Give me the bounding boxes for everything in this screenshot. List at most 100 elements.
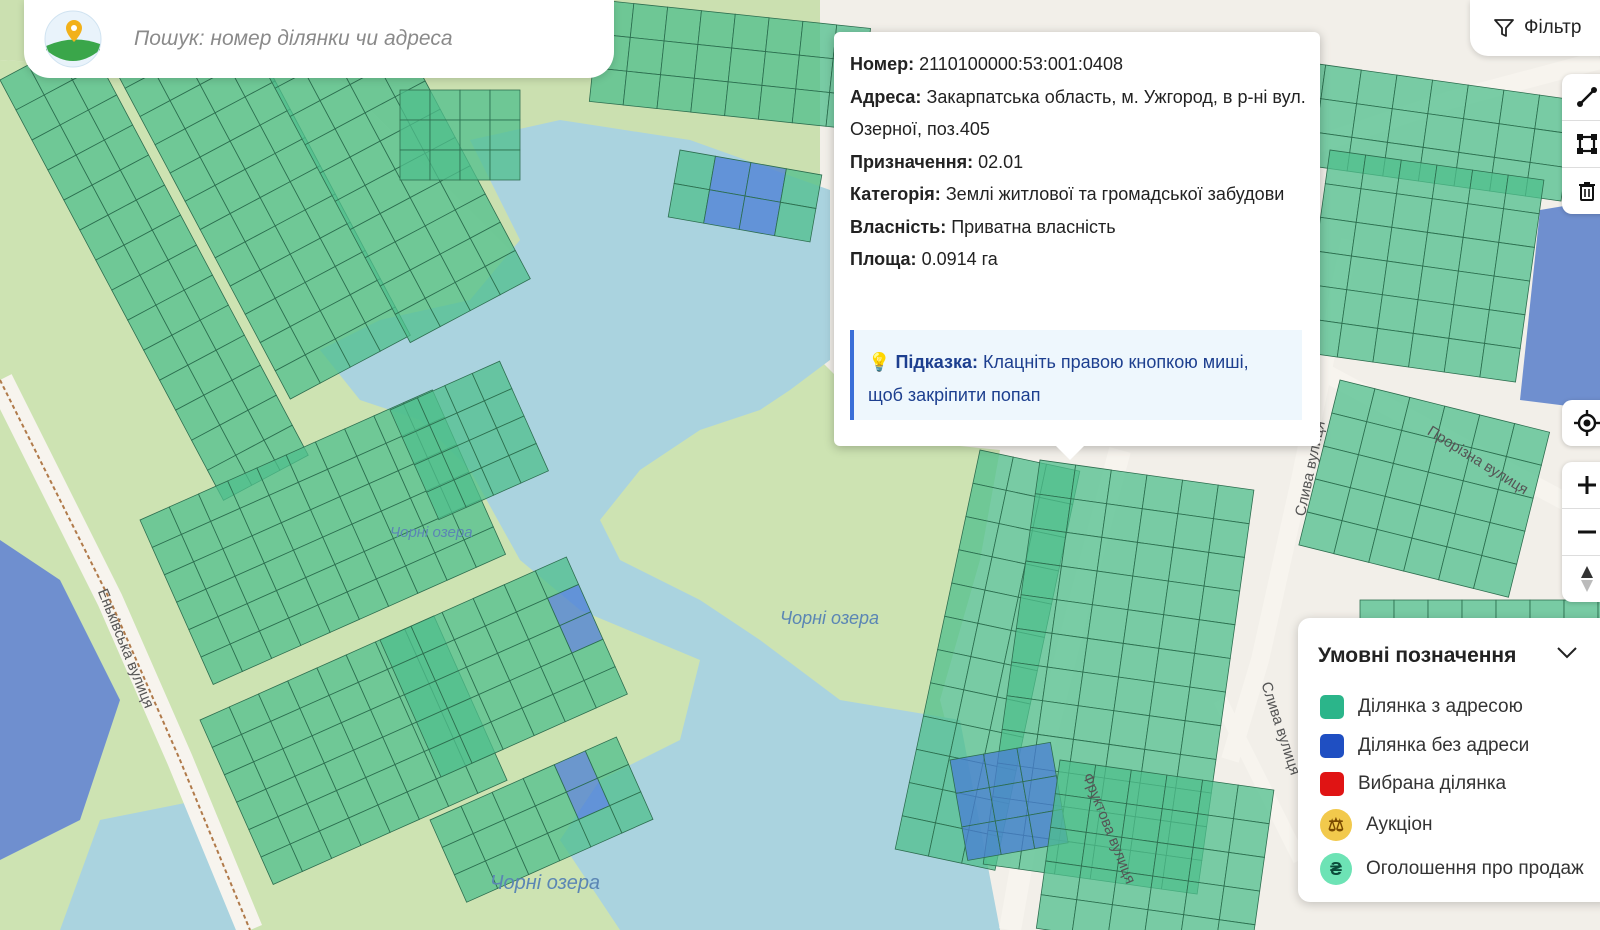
parcel[interactable] [955, 787, 996, 828]
parcel[interactable] [1498, 208, 1540, 248]
parcel[interactable] [1198, 585, 1241, 626]
parcel[interactable] [727, 47, 766, 86]
clear-button[interactable] [1562, 168, 1600, 214]
parcel[interactable] [1223, 851, 1265, 892]
parcel[interactable] [1391, 74, 1434, 115]
parcel[interactable] [489, 89, 521, 121]
parcel[interactable] [489, 149, 521, 181]
parcel[interactable] [1493, 241, 1535, 282]
parcel[interactable] [1122, 609, 1165, 649]
parcel[interactable] [626, 36, 665, 76]
parcel[interactable] [1387, 108, 1429, 148]
parcel[interactable] [429, 119, 461, 151]
parcel[interactable] [1356, 69, 1398, 110]
parcel[interactable] [673, 149, 716, 191]
parcel[interactable] [1087, 604, 1129, 644]
parcel[interactable] [738, 195, 781, 237]
parcel[interactable] [399, 89, 431, 121]
parcel[interactable] [1101, 503, 1143, 543]
parcel[interactable] [983, 747, 1024, 789]
parcel[interactable] [1011, 627, 1053, 668]
parcel[interactable] [1386, 226, 1428, 267]
parcel[interactable] [779, 168, 823, 209]
parcel[interactable] [1427, 198, 1469, 238]
parcel[interactable] [667, 183, 711, 224]
parcel[interactable] [1324, 149, 1367, 190]
parcel[interactable] [1360, 154, 1402, 195]
parcel[interactable] [795, 54, 834, 93]
parcel[interactable] [731, 13, 770, 53]
parcel[interactable] [1157, 808, 1199, 848]
parcel[interactable] [1006, 661, 1048, 702]
parcel[interactable] [1035, 894, 1078, 930]
parcel[interactable] [1391, 193, 1433, 233]
parcel[interactable] [1351, 103, 1393, 143]
parcel[interactable] [1108, 710, 1150, 750]
parcel[interactable] [994, 814, 1036, 856]
parcel[interactable] [1484, 309, 1526, 349]
parcel[interactable] [1467, 169, 1509, 210]
parcel[interactable] [1412, 299, 1455, 339]
parcel[interactable] [1152, 841, 1194, 882]
parcel[interactable] [757, 84, 797, 124]
parcel[interactable] [1040, 860, 1082, 901]
parcel[interactable] [459, 119, 491, 151]
parcel[interactable] [1046, 632, 1089, 673]
parcel[interactable] [1194, 619, 1236, 659]
parcel[interactable] [1493, 123, 1536, 163]
parcel[interactable] [1020, 560, 1062, 601]
parcel[interactable] [690, 77, 729, 117]
parcel[interactable] [1417, 265, 1459, 306]
measure-line-button[interactable] [1562, 74, 1600, 121]
parcel[interactable] [1037, 700, 1079, 740]
parcel[interactable] [1453, 270, 1495, 311]
parcel[interactable] [1065, 498, 1108, 538]
parcel[interactable] [1218, 885, 1261, 926]
parcel[interactable] [1184, 686, 1226, 727]
parcel[interactable] [1443, 337, 1486, 378]
parcel[interactable] [1189, 652, 1231, 693]
parcel[interactable] [1172, 513, 1214, 553]
parcel[interactable] [1050, 793, 1092, 833]
parcel[interactable] [1030, 493, 1072, 533]
parcel[interactable] [1431, 164, 1474, 205]
parcel[interactable] [1091, 570, 1134, 611]
parcel[interactable] [1346, 255, 1388, 296]
parcel[interactable] [1355, 188, 1398, 228]
parcel[interactable] [1315, 98, 1358, 138]
parcel[interactable] [1488, 275, 1531, 316]
measure-area-button[interactable] [1562, 121, 1600, 168]
zoom-out-button[interactable] [1562, 509, 1600, 556]
parcel[interactable] [1422, 113, 1464, 153]
parcel[interactable] [1208, 518, 1250, 558]
parcel[interactable] [1096, 536, 1138, 577]
parcel[interactable] [1127, 575, 1169, 616]
parcel[interactable] [949, 753, 990, 794]
parcel[interactable] [1076, 865, 1118, 906]
parcel[interactable] [1070, 464, 1112, 505]
parcel[interactable] [1463, 84, 1505, 125]
parcel[interactable] [1144, 715, 1186, 755]
parcel-info-popup[interactable]: Номер: 2110100000:53:001:0408 Адреса: За… [834, 32, 1320, 460]
parcel[interactable] [1177, 479, 1219, 520]
parcel[interactable] [1427, 79, 1469, 120]
parcel[interactable] [1498, 89, 1540, 130]
parcel[interactable] [1503, 174, 1545, 215]
parcel[interactable] [988, 781, 1030, 822]
parcel[interactable] [1025, 526, 1067, 567]
parcel[interactable] [798, 20, 838, 60]
parcel[interactable] [1071, 899, 1113, 930]
parcel[interactable] [1336, 322, 1379, 363]
parcel[interactable] [1213, 484, 1255, 525]
parcel[interactable] [693, 44, 733, 83]
app-logo[interactable] [44, 10, 102, 68]
zoom-in-button[interactable] [1562, 462, 1600, 509]
parcel[interactable] [663, 6, 702, 45]
parcel[interactable] [1082, 637, 1124, 678]
parcel[interactable] [1072, 705, 1115, 745]
parcel[interactable] [1315, 216, 1357, 257]
parcel[interactable] [961, 820, 1002, 861]
parcel[interactable] [1056, 565, 1098, 606]
parcel[interactable] [629, 3, 669, 42]
parcel[interactable] [1320, 64, 1362, 105]
